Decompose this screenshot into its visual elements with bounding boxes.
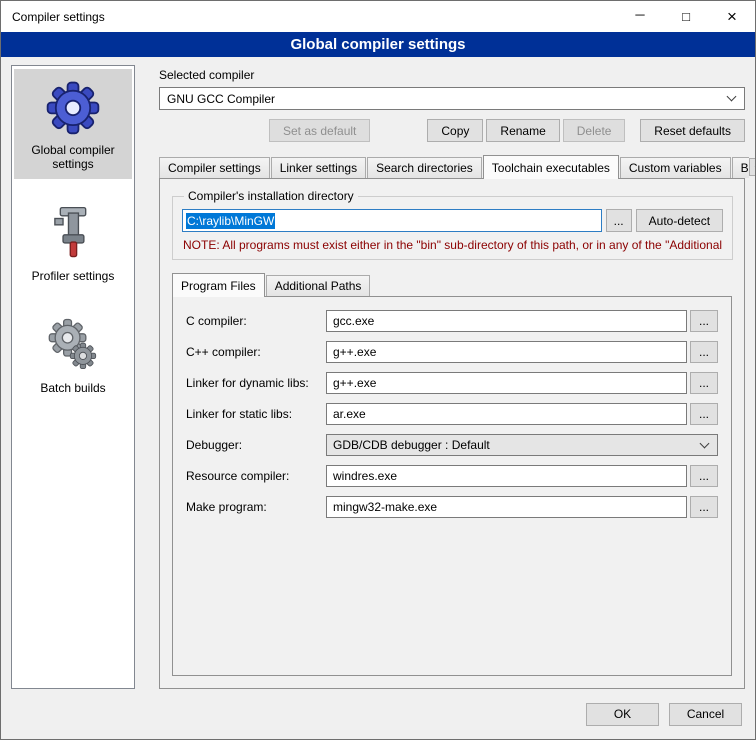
cancel-button[interactable]: Cancel [669, 703, 742, 726]
selected-path-text: C:\raylib\MinGW [186, 213, 275, 229]
resource-compiler-label: Resource compiler: [186, 469, 326, 483]
resource-compiler-input[interactable]: windres.exe [326, 465, 687, 487]
gear-blue-icon [44, 78, 102, 136]
tab-toolchain-executables[interactable]: Toolchain executables [483, 155, 619, 179]
main-panel: Selected compiler GNU GCC Compiler Set a… [149, 65, 745, 689]
compiler-select[interactable]: GNU GCC Compiler [159, 87, 745, 110]
titlebar: Compiler settings ─ □ × [1, 1, 755, 32]
compiler-settings-dialog: Compiler settings ─ □ × Global compiler … [0, 0, 756, 740]
chevron-down-icon [700, 438, 710, 448]
sidebar-item-batch-builds[interactable]: Batch builds [14, 307, 132, 403]
make-program-input[interactable]: mingw32-make.exe [326, 496, 687, 518]
profiler-tool-icon [44, 204, 102, 262]
tab-custom-variables[interactable]: Custom variables [620, 157, 731, 178]
settings-category-list: Global compiler settings Profiler settin… [11, 65, 135, 689]
form-row-debugger: Debugger: GDB/CDB debugger : Default [186, 434, 718, 456]
form-row-cpp-compiler: C++ compiler: g++.exe ... [186, 341, 718, 363]
linker-dynamic-browse-button[interactable]: ... [690, 372, 718, 394]
reset-defaults-button[interactable]: Reset defaults [640, 119, 745, 142]
tab-compiler-settings[interactable]: Compiler settings [159, 157, 270, 178]
tab-linker-settings[interactable]: Linker settings [271, 157, 366, 178]
compiler-actions: Set as default Copy Rename Delete Reset … [159, 119, 745, 142]
linker-static-browse-button[interactable]: ... [690, 403, 718, 425]
installation-directory-row: C:\raylib\MinGW ... Auto-detect [182, 209, 723, 232]
debugger-select[interactable]: GDB/CDB debugger : Default [326, 434, 718, 456]
auto-detect-button[interactable]: Auto-detect [636, 209, 723, 232]
selected-compiler-label: Selected compiler [159, 68, 745, 82]
dialog-footer: OK Cancel [1, 695, 755, 739]
c-compiler-input[interactable]: gcc.exe [326, 310, 687, 332]
resource-compiler-browse-button[interactable]: ... [690, 465, 718, 487]
close-button[interactable]: × [709, 1, 755, 32]
c-compiler-browse-button[interactable]: ... [690, 310, 718, 332]
make-program-browse-button[interactable]: ... [690, 496, 718, 518]
sidebar-item-label: Profiler settings [32, 269, 115, 283]
page-title: Global compiler settings [1, 32, 755, 57]
debugger-label: Debugger: [186, 438, 326, 452]
rename-button[interactable]: Rename [486, 119, 559, 142]
bin-subdirectory-note: NOTE: All programs must exist either in … [183, 238, 722, 252]
form-row-c-compiler: C compiler: gcc.exe ... [186, 310, 718, 332]
installation-directory-input[interactable]: C:\raylib\MinGW [182, 209, 602, 232]
sidebar-item-label: Global compiler settings [18, 143, 128, 171]
minimize-button[interactable]: ─ [617, 1, 663, 32]
make-program-label: Make program: [186, 500, 326, 514]
installation-directory-label: Compiler's installation directory [184, 189, 358, 203]
form-row-linker-static: Linker for static libs: ar.exe ... [186, 403, 718, 425]
sidebar-item-label: Batch builds [40, 381, 105, 395]
form-row-make-program: Make program: mingw32-make.exe ... [186, 496, 718, 518]
cpp-compiler-label: C++ compiler: [186, 345, 326, 359]
chevron-down-icon [727, 92, 737, 102]
linker-dynamic-label: Linker for dynamic libs: [186, 376, 326, 390]
debugger-select-value: GDB/CDB debugger : Default [333, 438, 490, 452]
compiler-select-value: GNU GCC Compiler [167, 92, 275, 106]
set-as-default-button[interactable]: Set as default [269, 119, 370, 142]
form-row-linker-dynamic: Linker for dynamic libs: g++.exe ... [186, 372, 718, 394]
toolchain-executables-panel: Compiler's installation directory C:\ray… [159, 178, 745, 689]
browse-directory-button[interactable]: ... [606, 209, 632, 232]
program-files-tabstrip: Program Files Additional Paths [172, 273, 732, 296]
tab-scroll-left-icon[interactable]: ◄ [749, 158, 756, 176]
delete-button[interactable]: Delete [563, 119, 626, 142]
window-title: Compiler settings [1, 10, 105, 24]
linker-static-input[interactable]: ar.exe [326, 403, 687, 425]
gears-gray-icon [44, 316, 102, 374]
sidebar-item-profiler-settings[interactable]: Profiler settings [14, 195, 132, 291]
tab-build-options[interactable]: Build [732, 157, 749, 178]
settings-tabstrip: Compiler settings Linker settings Search… [159, 155, 745, 178]
sidebar-item-global-compiler-settings[interactable]: Global compiler settings [14, 69, 132, 179]
form-row-resource-compiler: Resource compiler: windres.exe ... [186, 465, 718, 487]
window-controls: ─ □ × [617, 1, 755, 32]
dialog-content: Global compiler settings Profiler settin… [1, 57, 755, 695]
tab-program-files[interactable]: Program Files [172, 273, 265, 297]
cpp-compiler-input[interactable]: g++.exe [326, 341, 687, 363]
linker-dynamic-input[interactable]: g++.exe [326, 372, 687, 394]
ok-button[interactable]: OK [586, 703, 659, 726]
tab-scroll-buttons: ◄ ► [749, 158, 756, 176]
tab-additional-paths[interactable]: Additional Paths [266, 275, 371, 296]
tab-search-directories[interactable]: Search directories [367, 157, 482, 178]
installation-directory-group: Compiler's installation directory C:\ray… [172, 189, 733, 260]
c-compiler-label: C compiler: [186, 314, 326, 328]
program-files-panel: C compiler: gcc.exe ... C++ compiler: g+… [172, 296, 732, 676]
maximize-button[interactable]: □ [663, 1, 709, 32]
linker-static-label: Linker for static libs: [186, 407, 326, 421]
copy-button[interactable]: Copy [427, 119, 483, 142]
cpp-compiler-browse-button[interactable]: ... [690, 341, 718, 363]
